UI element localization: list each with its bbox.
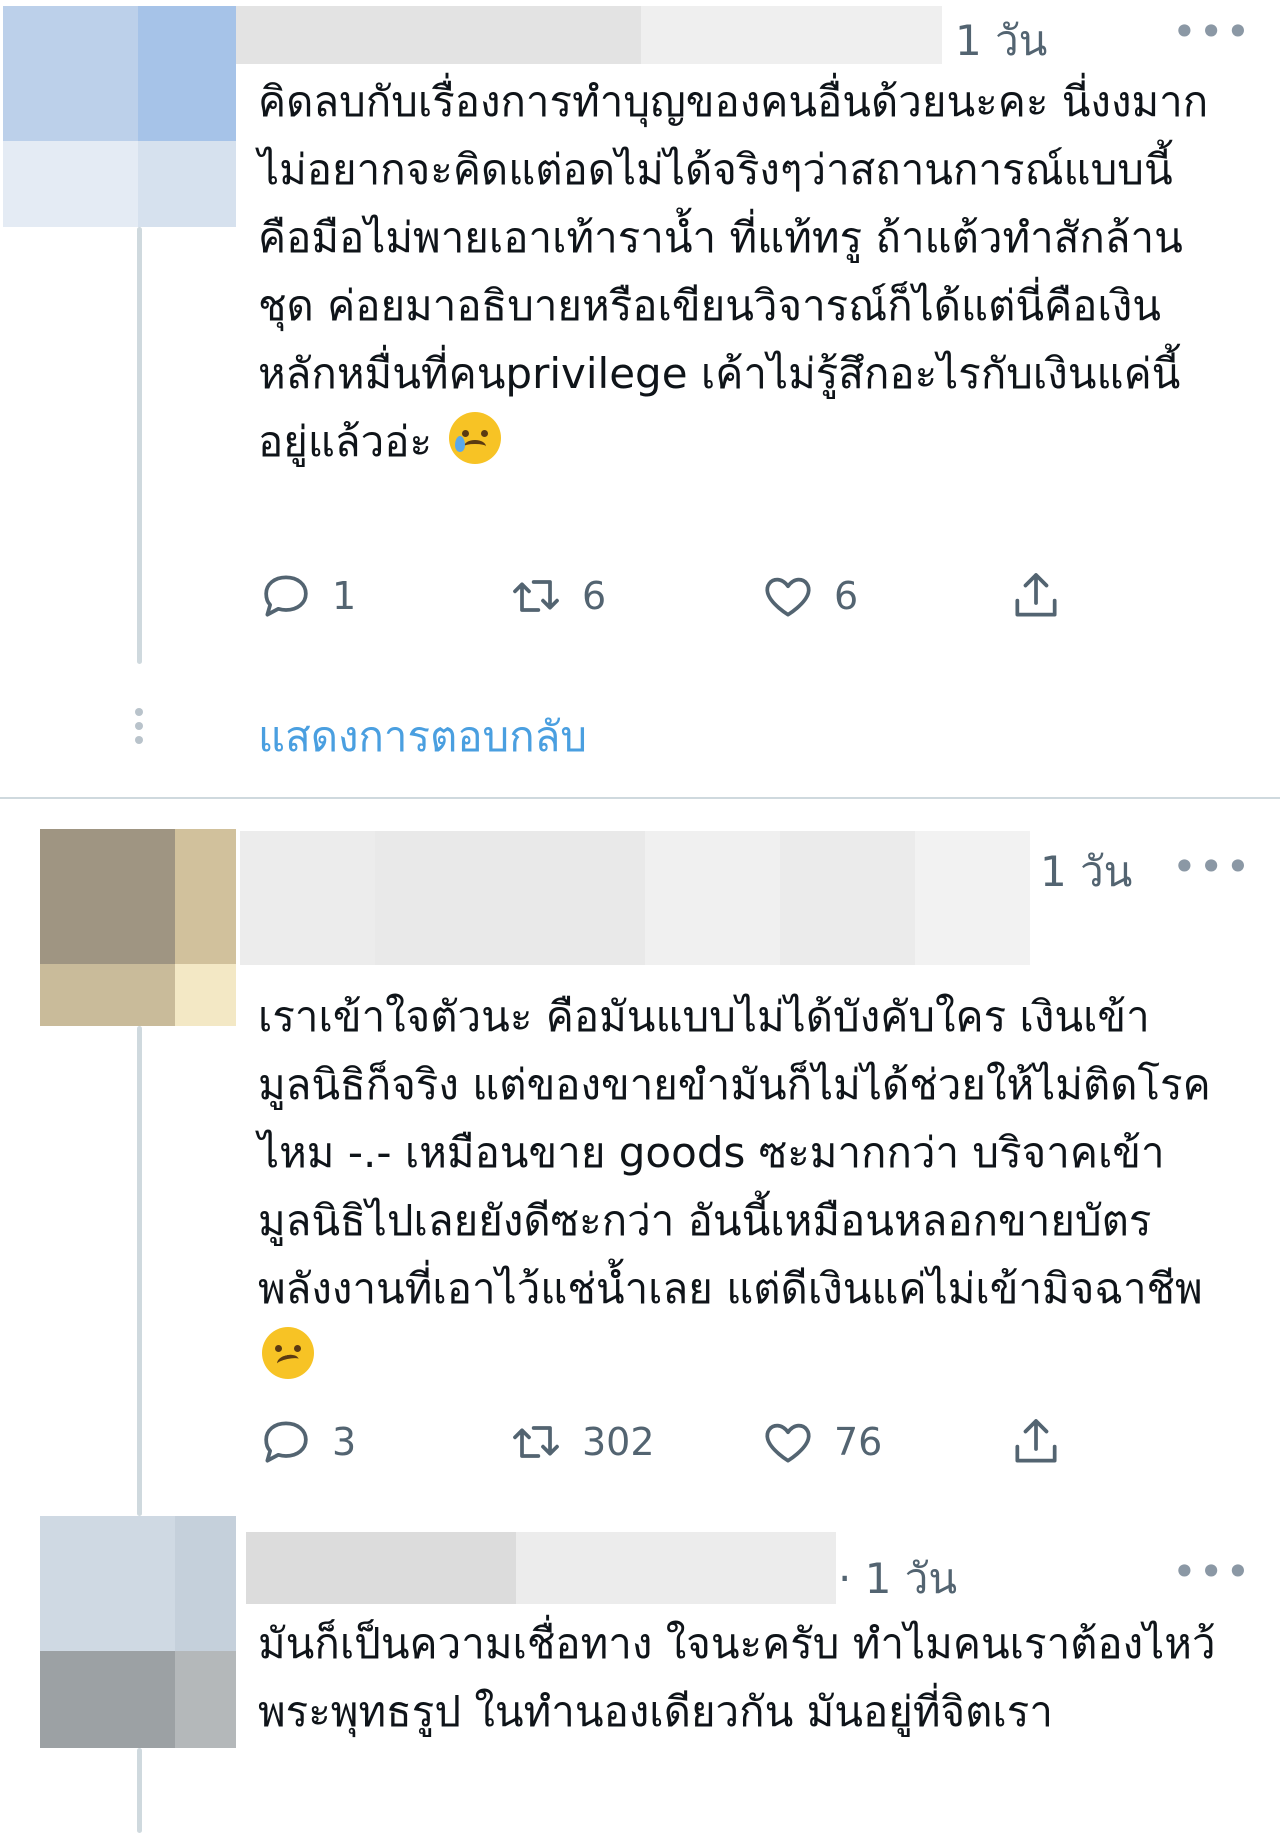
avatar[interactable] xyxy=(3,6,236,227)
thread-dots-icon xyxy=(131,708,147,748)
retweet-button[interactable]: 6 xyxy=(508,566,606,626)
crying-face-emoji xyxy=(449,412,502,464)
retweet-count: 302 xyxy=(582,1420,655,1464)
tweet-text: เราเข้าใจตัวนะ คือมันแบบไม่ได้บังคับใคร … xyxy=(258,983,1218,1391)
more-options-icon[interactable]: ••• xyxy=(1172,846,1252,888)
thread-line xyxy=(137,1748,142,1833)
username-redacted[interactable] xyxy=(240,831,1030,965)
more-options-icon[interactable]: ••• xyxy=(1172,11,1252,53)
timestamp[interactable]: 1 วัน xyxy=(955,8,1047,74)
heart-icon xyxy=(765,1423,811,1463)
reply-count: 3 xyxy=(332,1420,357,1464)
tweet-actions: 3 302 76 xyxy=(258,1412,1078,1472)
tweet-text: มันก็เป็นความเชื่อทาง ใจนะครับ ทำไมคนเรา… xyxy=(258,1610,1218,1746)
reply-button[interactable]: 3 xyxy=(258,1412,356,1472)
share-button[interactable] xyxy=(1008,566,1064,626)
tweet-actions: 1 6 6 xyxy=(258,566,1078,626)
username-redacted[interactable] xyxy=(246,1532,836,1604)
show-replies-link[interactable]: แสดงการตอบกลับ xyxy=(258,704,587,770)
retweet-button[interactable]: 302 xyxy=(508,1412,655,1472)
tweet-body: มันก็เป็นความเชื่อทาง ใจนะครับ ทำไมคนเรา… xyxy=(258,1619,1216,1736)
thread-line xyxy=(137,227,142,664)
share-button[interactable] xyxy=(1008,1412,1064,1472)
avatar[interactable] xyxy=(40,829,236,1026)
like-count: 6 xyxy=(834,574,859,618)
thread-line xyxy=(137,1026,142,1516)
like-button[interactable]: 76 xyxy=(760,1412,882,1472)
timestamp[interactable]: 1 วัน xyxy=(1040,839,1132,905)
avatar[interactable] xyxy=(40,1516,236,1748)
share-icon xyxy=(1015,573,1057,617)
username-redacted[interactable] xyxy=(236,6,942,64)
like-button[interactable]: 6 xyxy=(760,566,858,626)
tweet-body: คิดลบกับเรื่องการทำบุญของคนอื่นด้วยนะคะ … xyxy=(258,77,1209,466)
reply-button[interactable]: 1 xyxy=(258,566,356,626)
like-count: 76 xyxy=(834,1420,883,1464)
reply-icon xyxy=(264,1421,308,1463)
more-options-icon[interactable]: ••• xyxy=(1172,1551,1252,1593)
retweet-icon xyxy=(513,580,559,612)
heart-icon xyxy=(765,577,811,617)
tweet-text: คิดลบกับเรื่องการทำบุญของคนอื่นด้วยนะคะ … xyxy=(258,68,1218,476)
tweet-body: เราเข้าใจตัวนะ คือมันแบบไม่ได้บังคับใคร … xyxy=(258,992,1211,1313)
woozy-face-emoji xyxy=(262,1327,314,1379)
reply-count: 1 xyxy=(332,574,357,618)
share-icon xyxy=(1015,1419,1057,1463)
reply-icon xyxy=(264,575,308,617)
timestamp[interactable]: · 1 วัน xyxy=(838,1546,957,1612)
tweet-3[interactable]: · 1 วัน ••• มันก็เป็นความเชื่อทาง ใจนะคร… xyxy=(0,1516,1280,1833)
tweet-1[interactable]: 1 วัน ••• คิดลบกับเรื่องการทำบุญของคนอื่… xyxy=(0,0,1280,797)
retweet-count: 6 xyxy=(582,574,607,618)
tweet-2[interactable]: 1 วัน ••• เราเข้าใจตัวนะ คือมันแบบไม่ได้… xyxy=(0,799,1280,1516)
retweet-icon xyxy=(513,1426,559,1458)
